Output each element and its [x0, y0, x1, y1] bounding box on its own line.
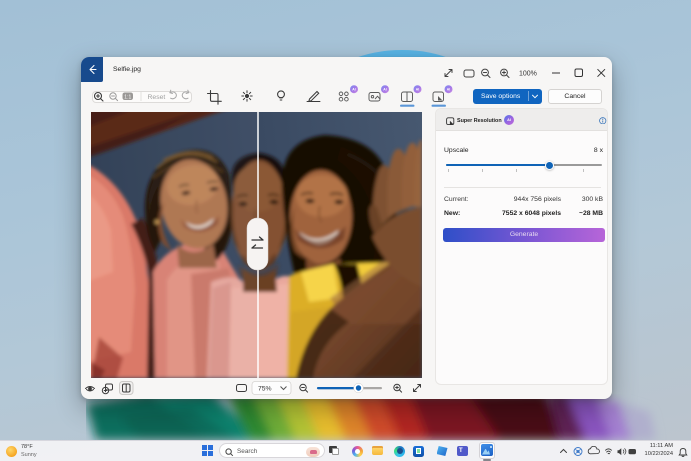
svg-text:100%: 100%	[519, 71, 537, 78]
svg-text:AI: AI	[383, 87, 386, 91]
svg-text:AI: AI	[352, 87, 355, 91]
svg-text:1:1: 1:1	[124, 94, 131, 100]
svg-text:75%: 75%	[258, 386, 272, 393]
svg-text:Reset: Reset	[148, 94, 166, 101]
svg-text:AI: AI	[447, 87, 450, 91]
svg-text:AI: AI	[416, 87, 419, 91]
